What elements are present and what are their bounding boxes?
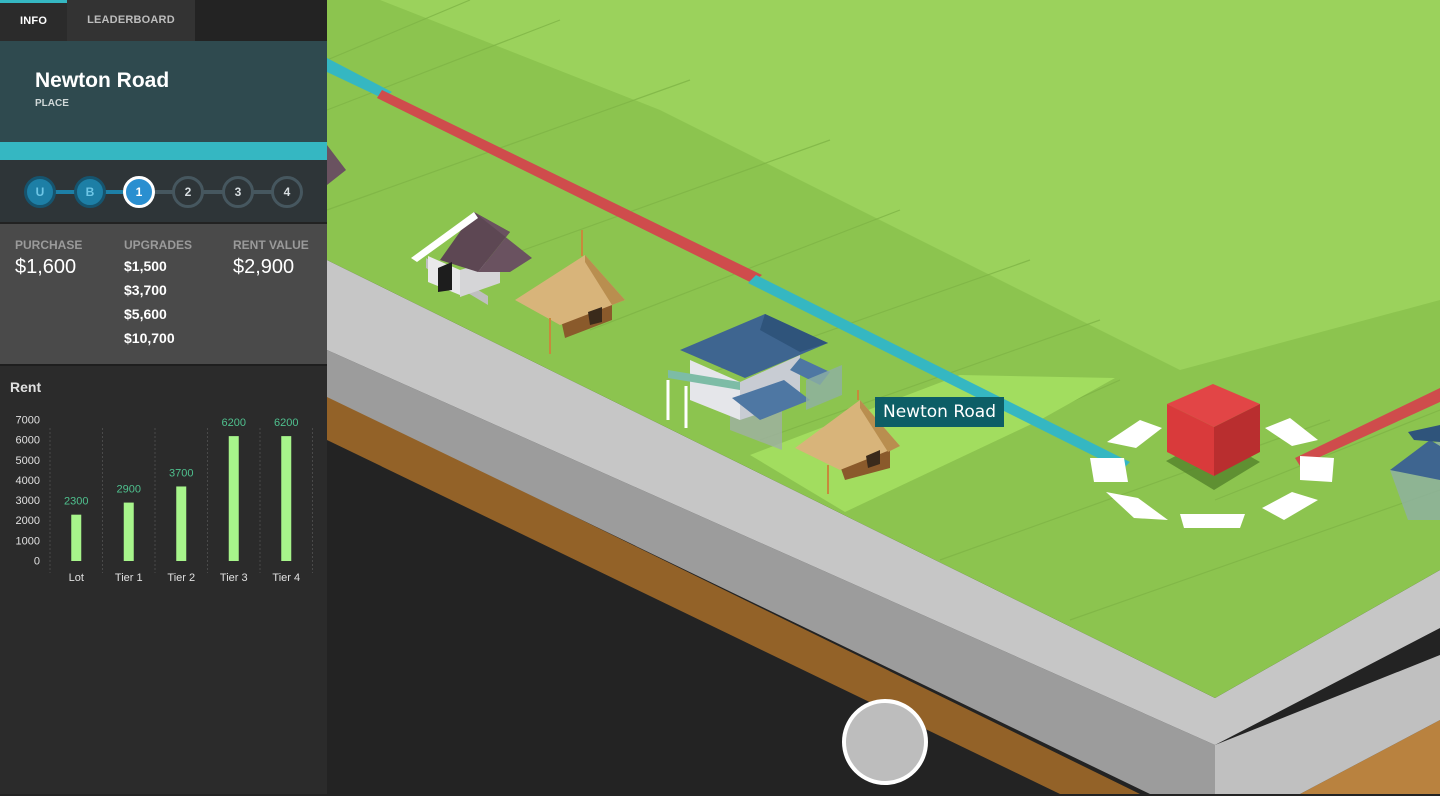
rent-value: $2,900 xyxy=(233,256,295,278)
rent-value-label: RENT VALUE xyxy=(233,238,309,252)
rent-bar-chart: 0 1000 2000 3000 4000 5000 6000 7000 2300 Lot 2900… xyxy=(16,415,313,584)
bar-value-label: 2300 xyxy=(64,496,88,508)
tier-step-b[interactable]: B xyxy=(74,176,106,208)
rent-section: Rent 0 1000 2000 3000 4000 5000 6000 7000 2300 Lo… xyxy=(0,364,327,794)
purchase-label: PURCHASE xyxy=(15,238,83,252)
place-title: Newton Road xyxy=(35,69,170,92)
tier-step-4[interactable]: 4 xyxy=(271,176,303,208)
upgrade-cost: $1,500 xyxy=(124,258,167,274)
place-header: Newton Road PLACE xyxy=(0,41,327,143)
rent-bar xyxy=(123,502,134,561)
rent-bar xyxy=(176,486,187,561)
y-tick-label: 2000 xyxy=(16,515,40,527)
panel-tabs: INFO LEADERBOARD xyxy=(0,0,327,41)
rent-bar xyxy=(281,436,292,561)
tier-progress: U B 1 2 3 4 xyxy=(0,160,327,222)
place-color-bar xyxy=(0,142,327,160)
upgrade-cost: $10,700 xyxy=(124,330,175,346)
purchase-value: $1,600 xyxy=(15,256,77,278)
bar-value-label: 2900 xyxy=(117,484,141,496)
bar-value-label: 6200 xyxy=(222,417,246,429)
tab-info[interactable]: INFO xyxy=(0,0,68,41)
tab-leaderboard[interactable]: LEADERBOARD xyxy=(67,0,195,41)
x-tick-label: Tier 4 xyxy=(272,572,300,584)
y-tick-label: 6000 xyxy=(16,435,40,447)
tier-step-1[interactable]: 1 xyxy=(123,176,155,208)
y-tick-label: 1000 xyxy=(16,535,40,547)
x-tick-label: Tier 3 xyxy=(220,572,248,584)
upgrades-label: UPGRADES xyxy=(124,238,193,252)
tier-connector-todo xyxy=(140,190,287,194)
bar-value-label: 3700 xyxy=(169,467,193,479)
tier-step-u[interactable]: U xyxy=(24,176,56,208)
y-tick-label: 3000 xyxy=(16,495,40,507)
info-panel: INFO LEADERBOARD Newton Road PLACE U B 1… xyxy=(0,0,327,794)
y-tick-label: 4000 xyxy=(16,475,40,487)
place-tooltip: Newton Road xyxy=(875,397,1004,427)
x-tick-label: Tier 2 xyxy=(167,572,195,584)
property-stats: PURCHASE $1,600 UPGRADES $1,500 $3,700 $… xyxy=(0,222,327,364)
x-tick-label: Tier 1 xyxy=(115,572,143,584)
y-tick-label: 0 xyxy=(34,556,40,568)
roll-dice-button[interactable] xyxy=(842,699,928,785)
rent-bar xyxy=(228,436,239,561)
upgrade-cost: $5,600 xyxy=(124,306,167,322)
x-tick-label: Lot xyxy=(69,572,84,584)
rent-bar xyxy=(71,514,82,561)
bar-value-label: 6200 xyxy=(274,417,298,429)
upgrade-cost: $3,700 xyxy=(124,282,167,298)
tier-step-3[interactable]: 3 xyxy=(222,176,254,208)
y-tick-label: 5000 xyxy=(16,455,40,467)
y-tick-label: 7000 xyxy=(16,415,40,427)
tier-step-2[interactable]: 2 xyxy=(172,176,204,208)
place-type-label: PLACE xyxy=(35,98,69,109)
